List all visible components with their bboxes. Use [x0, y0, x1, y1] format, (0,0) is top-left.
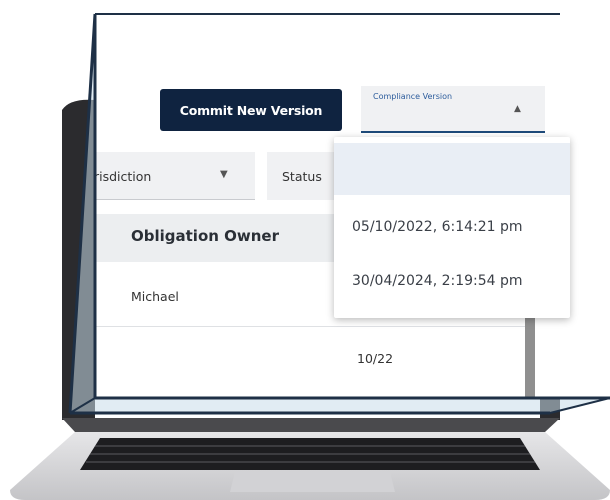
table-row[interactable]: 10/22	[95, 327, 525, 398]
date-cell: 10/22	[357, 351, 394, 366]
column-header-obligation-owner[interactable]: Obligation Owner	[131, 227, 279, 245]
obligation-owner-cell: Michael	[131, 289, 179, 304]
compliance-version-dropdown: 05/10/2022, 6:14:21 pm 30/04/2024, 2:19:…	[334, 137, 570, 318]
compliance-version-label: Compliance Version	[373, 92, 453, 101]
version-option[interactable]: 30/04/2024, 2:19:54 pm	[352, 273, 523, 289]
jurisdiction-filter-label: risdiction	[95, 169, 152, 184]
caret-up-icon: ▲	[514, 104, 521, 114]
status-filter-label: Status	[282, 169, 322, 184]
version-option[interactable]: 05/10/2022, 6:14:21 pm	[352, 219, 523, 235]
jurisdiction-filter[interactable]: risdiction ▼	[95, 152, 255, 200]
compliance-version-select[interactable]: Compliance Version ▲	[361, 86, 545, 133]
version-option-empty[interactable]	[334, 143, 570, 195]
laptop-mockup-scene: Commit New Version Compliance Version ▲ …	[0, 0, 610, 500]
commit-new-version-button[interactable]: Commit New Version	[160, 89, 342, 131]
caret-down-icon: ▼	[220, 169, 228, 180]
